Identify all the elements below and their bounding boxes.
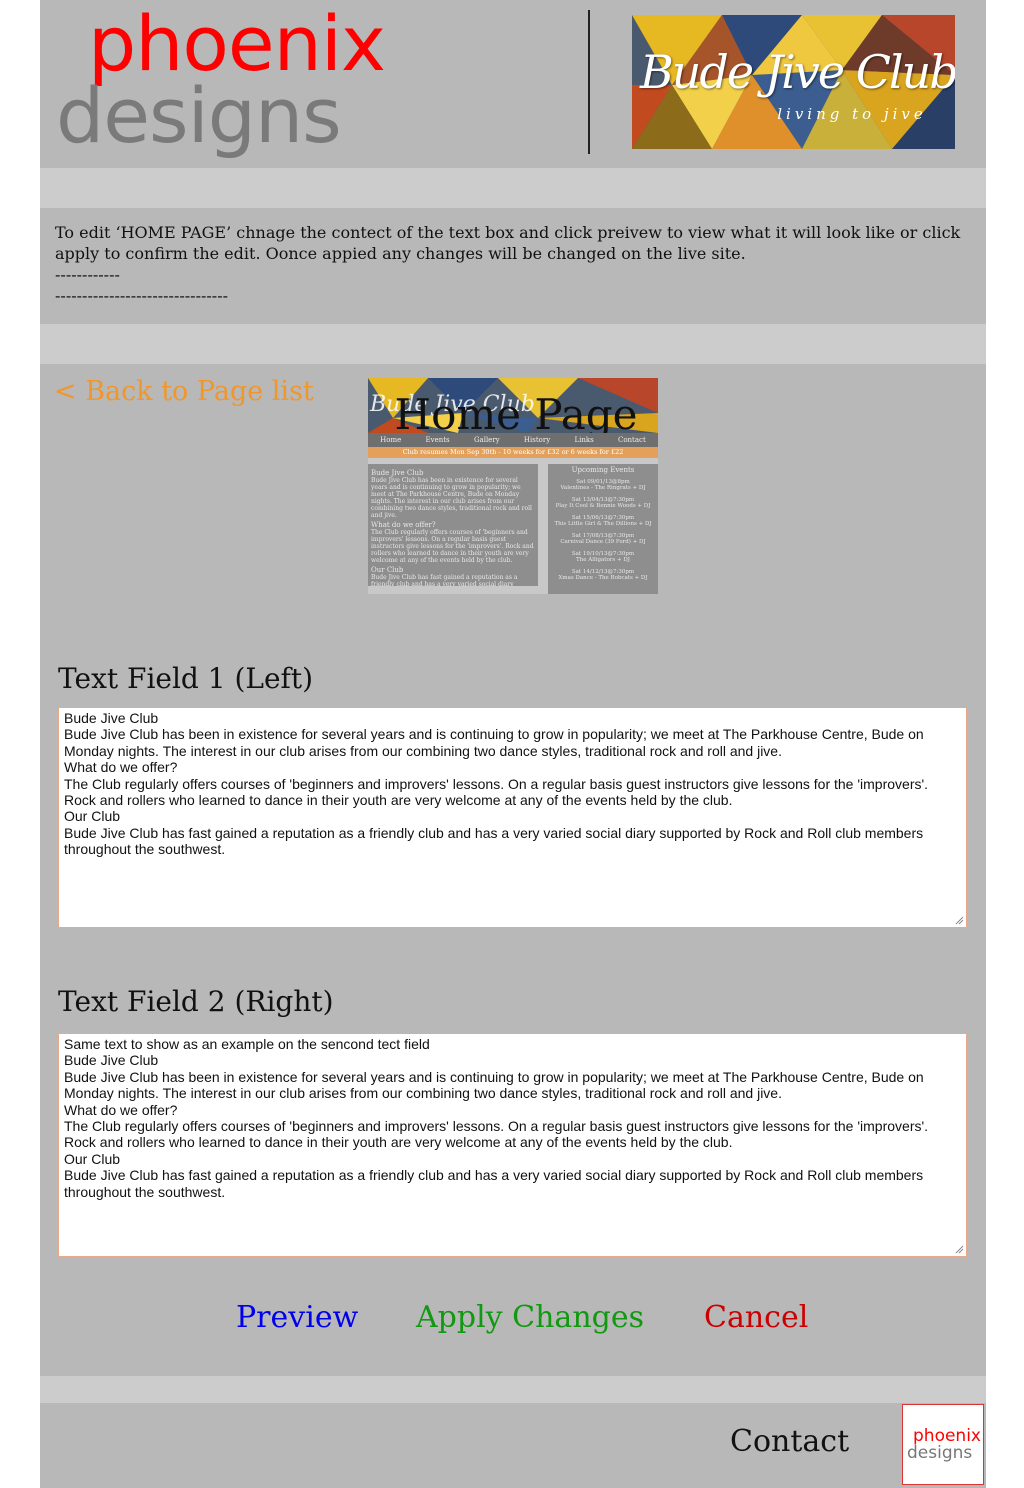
preview-event-desc: Play It Cool & Bennie Woods + DJ: [555, 503, 651, 509]
page: phoenix designs Bude Jive Club living to…: [40, 0, 986, 1488]
preview-event-desc: Valentines - The Ringrats + DJ: [560, 485, 646, 491]
preview-left-paragraph: Bude Jive Club has been in existence for…: [371, 477, 532, 519]
instructions-rule-short: ------------: [55, 265, 120, 284]
separator-strip: [40, 324, 986, 364]
instructions-rule-long: --------------------------------: [55, 286, 228, 305]
instructions: To edit ‘HOME PAGE’ chnage the contect o…: [55, 222, 985, 306]
preview-notice-bar: Club resumes Mon Sep 30th - 10 weeks for…: [368, 447, 658, 458]
brand-logo-designs: designs: [56, 71, 342, 160]
page-preview-thumbnail: Bude Jive Club Home Page Home Events Gal…: [368, 378, 658, 594]
preview-right-title: Upcoming Events: [571, 466, 635, 474]
club-banner-tagline: living to jive: [777, 105, 927, 123]
preview-button[interactable]: Preview: [236, 1300, 358, 1335]
separator-strip: [40, 168, 986, 208]
instructions-text: To edit ‘HOME PAGE’ chnage the contect o…: [55, 223, 961, 263]
preview-nav-item: Home: [380, 436, 402, 444]
preview-event-desc: This Little Girl & The Dillions + DJ: [554, 521, 652, 527]
text-field-2-label: Text Field 2 (Right): [58, 985, 334, 1018]
preview-nav-item: Links: [574, 436, 594, 444]
preview-nav-item: Gallery: [473, 436, 500, 444]
header: phoenix designs Bude Jive Club living to…: [40, 0, 986, 168]
preview-right-column: Upcoming Events Sat 09/01/13@8pm Valentin…: [548, 464, 658, 594]
apply-changes-button[interactable]: Apply Changes: [416, 1300, 644, 1335]
text-field-1-line: What do we offer?: [64, 759, 178, 776]
club-banner-title: Bude Jive Club: [640, 45, 955, 99]
resize-grip-icon[interactable]: [955, 916, 964, 925]
resize-grip-icon[interactable]: [955, 1245, 964, 1254]
text-field-2-line: Bude Jive Club: [64, 1052, 159, 1069]
preview-event-desc: Carnival Dance (39 Ford) + DJ: [560, 539, 646, 545]
text-field-1-line: Bude Jive Club has fast gained a reputat…: [64, 824, 928, 858]
text-field-2-line: Bude Jive Club has been in existence for…: [64, 1068, 928, 1102]
cancel-button[interactable]: Cancel: [704, 1300, 808, 1335]
text-field-1-line: Bude Jive Club has been in existence for…: [64, 726, 928, 759]
contact-link[interactable]: Contact: [730, 1424, 849, 1459]
back-to-page-list-link[interactable]: < Back to Page list: [54, 376, 314, 407]
text-field-2-line: Our Club: [64, 1150, 121, 1167]
preview-event-desc: The Alligators + DJ: [576, 557, 630, 563]
preview-event: Sat 15/06/13@7:30pm This Little Girl & Th…: [551, 515, 655, 528]
text-field-1-line: Our Club: [64, 808, 121, 825]
preview-left-title: Bude Jive Club: [371, 469, 424, 477]
preview-event: Sat 14/12/13@7:30pm Xmas Dance - The Bobc…: [551, 569, 655, 582]
preview-left-paragraph: The Club regularly offers courses of 'be…: [371, 529, 534, 564]
preview-left-column: Bude Jive Club Bude Jive Club has been i…: [368, 464, 538, 586]
text-field-1-label: Text Field 1 (Left): [58, 662, 314, 695]
club-banner-logo: Bude Jive Club living to jive: [632, 15, 955, 149]
text-field-2-line: What do we offer?: [64, 1101, 178, 1118]
preview-event-desc: Xmas Dance - The Bobcats + DJ: [558, 575, 648, 581]
preview-left-heading: What do we offer?: [371, 521, 436, 529]
preview-event: Sat 13/04/13@7:30pm Play It Cool & Bennie…: [551, 497, 655, 510]
preview-event: Sat 09/01/13@8pm Valentines - The Ringrat…: [551, 479, 655, 492]
text-field-2-line: Bude Jive Club has fast gained a reputat…: [64, 1167, 928, 1200]
preview-nav: Home Events Gallery History Links Contac…: [368, 433, 658, 447]
separator-strip: [40, 1376, 986, 1403]
preview-left-heading: Our Club: [371, 566, 404, 574]
preview-left-paragraph: Bude Jive Club has fast gained a reputat…: [371, 574, 518, 586]
text-field-1-line: The Club regularly offers courses of 'be…: [64, 775, 932, 809]
preview-nav-item: History: [523, 436, 551, 444]
text-field-2-textarea[interactable]: Same text to show as an example on the s…: [58, 1033, 967, 1257]
text-field-1-textarea[interactable]: Bude Jive Club Bude Jive Club has been i…: [58, 707, 967, 928]
footer-logo-designs: designs: [907, 1443, 973, 1463]
text-field-1-line: Bude Jive Club: [64, 710, 159, 726]
preview-nav-item: Events: [425, 436, 450, 444]
text-field-2-line: Same text to show as an example on the s…: [64, 1036, 430, 1052]
text-field-2-line: The Club regularly offers courses of 'be…: [64, 1118, 932, 1151]
header-divider: [588, 10, 590, 154]
footer-phoenix-logo[interactable]: phoenix designs: [902, 1404, 984, 1485]
preview-event: Sat 17/08/13@7:30pm Carnival Dance (39 Fo…: [551, 533, 655, 546]
preview-event: Sat 19/10/13@7:30pm The Alligators + DJ: [551, 551, 655, 564]
preview-nav-item: Contact: [617, 436, 646, 444]
